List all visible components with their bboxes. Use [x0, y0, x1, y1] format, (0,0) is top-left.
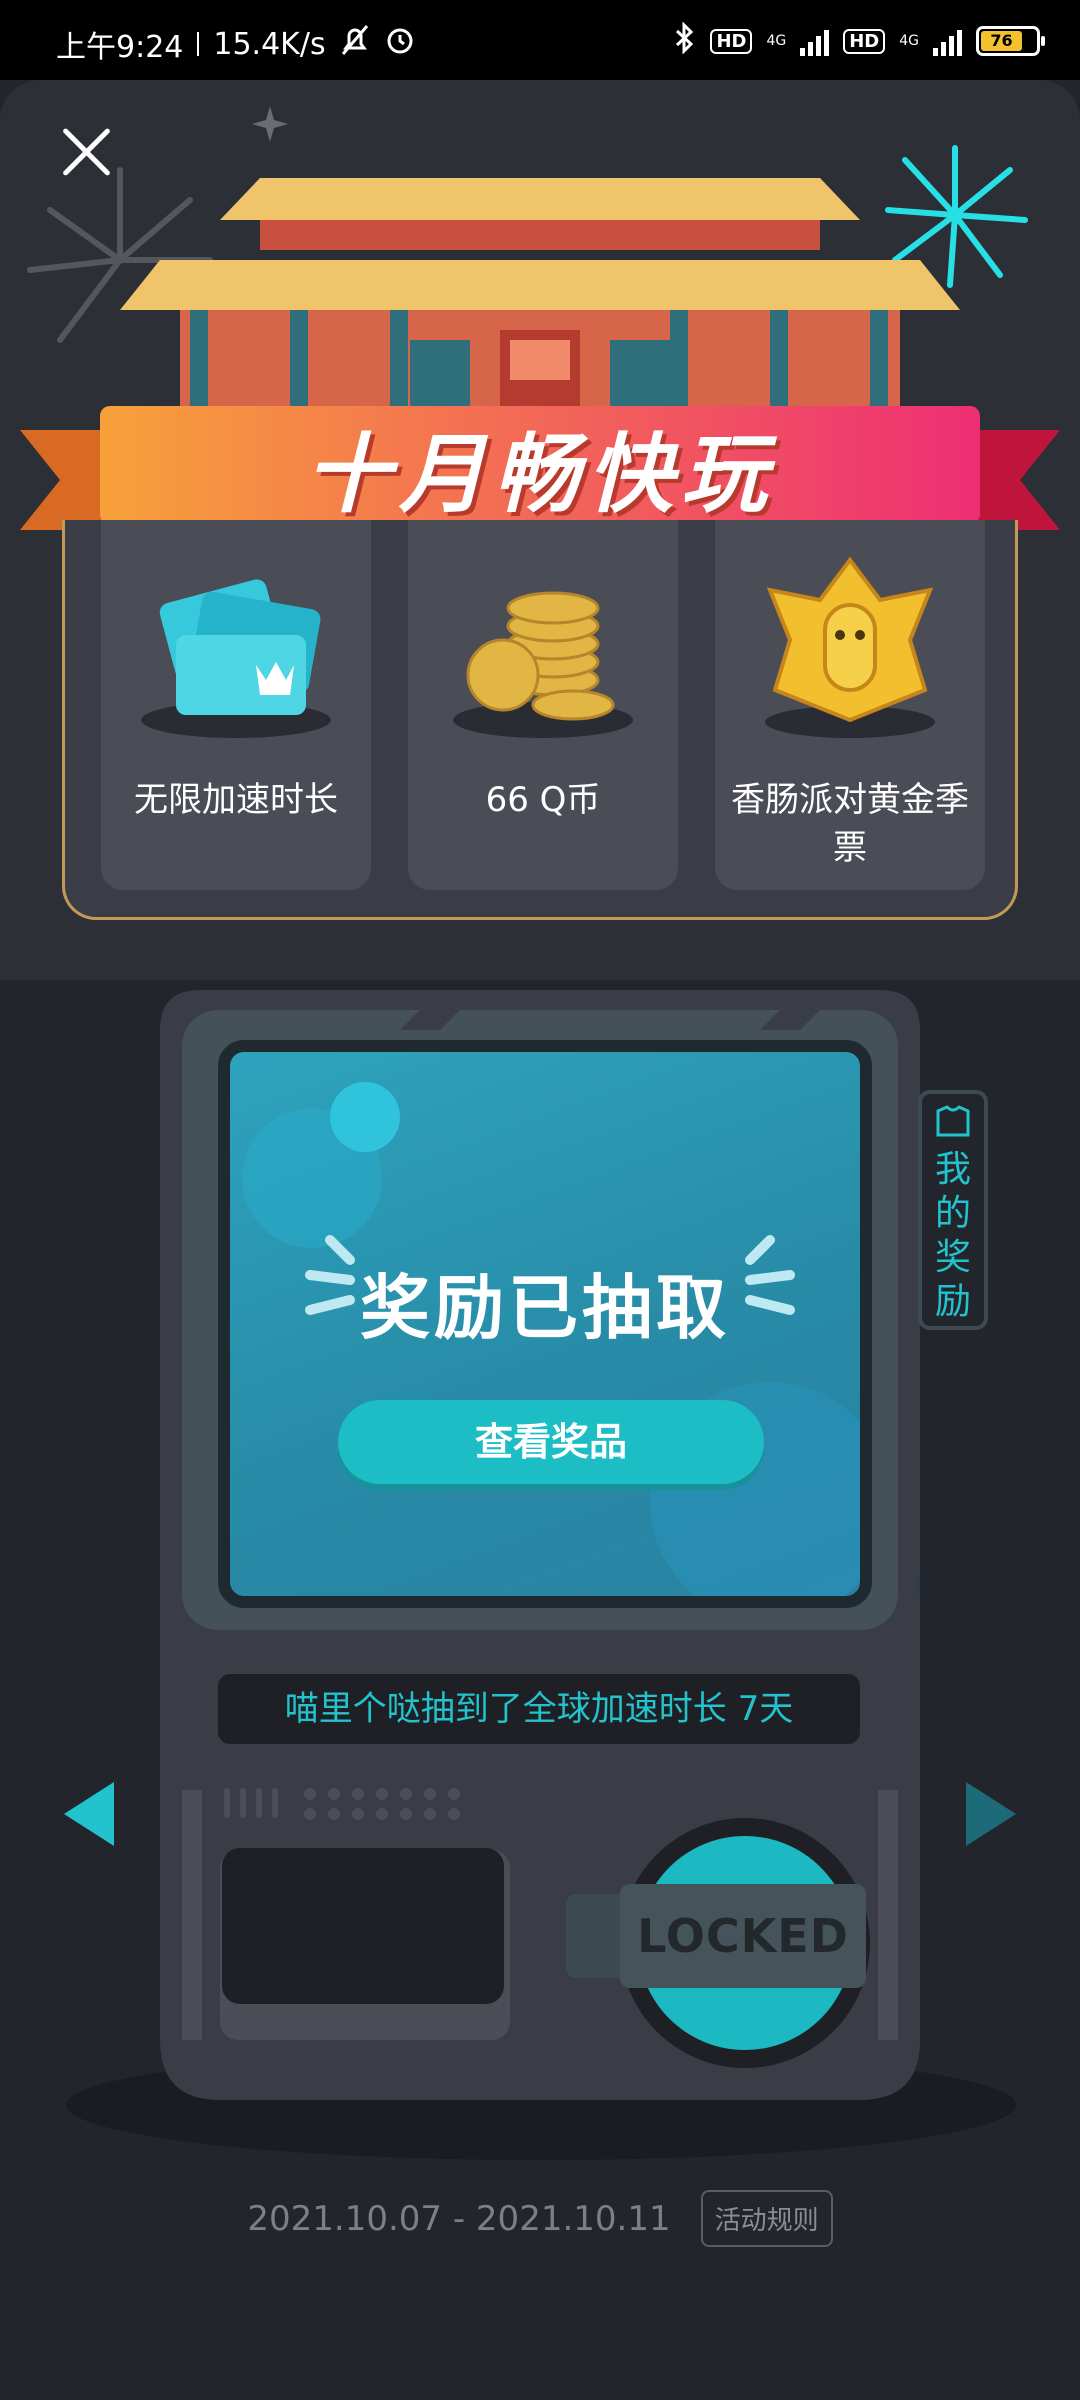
status-divider	[197, 32, 200, 56]
lock-hinge	[566, 1894, 626, 1978]
vip-cards-icon	[141, 579, 331, 738]
winner-ticker: 喵里个哒抽到了全球加速时长 7天	[218, 1674, 860, 1744]
reward-label: 无限加速时长	[134, 780, 338, 820]
prize-status-title: 奖励已抽取	[360, 1267, 730, 1349]
banner-title: 十月畅快玩	[305, 425, 775, 525]
shirt-icon	[936, 1105, 970, 1137]
reward-card-gold-pass: 香肠派对黄金季票	[715, 520, 985, 890]
status-left: 上午9:24 15.4K/s	[56, 22, 416, 66]
next-arrow-icon[interactable]	[966, 1782, 1016, 1846]
battery-icon: 76	[976, 26, 1045, 56]
gold-coins-icon	[453, 591, 633, 738]
hd-badge-1: HD	[710, 28, 753, 54]
palace-illustration	[120, 178, 960, 420]
prize-slot	[222, 1848, 504, 2004]
alarm-clock-icon	[384, 24, 416, 64]
signal-icon-2	[933, 26, 962, 56]
hd-badge-2: HD	[843, 28, 886, 54]
prev-arrow-icon[interactable]	[64, 1782, 114, 1846]
my-rewards-label: 我的奖励	[934, 1149, 971, 1322]
activity-date-range: 2021.10.07 - 2021.10.11	[247, 2198, 671, 2239]
bluetooth-icon	[674, 21, 696, 60]
reward-card-qcoin: 66 Q币	[408, 520, 678, 890]
activity-rules-button[interactable]: 活动规则	[700, 2190, 833, 2247]
mute-bell-icon	[340, 24, 370, 64]
vent-grille	[224, 1788, 460, 1820]
battery-level: 76	[981, 31, 1023, 51]
reward-label: 66 Q币	[485, 780, 601, 820]
reward-card-speed-time: 无限加速时长	[101, 520, 371, 890]
view-prize-button[interactable]: 查看奖品	[338, 1400, 764, 1484]
gold-sausage-badge-icon	[765, 556, 935, 738]
reward-label: 香肠派对黄金季票	[731, 780, 969, 868]
signal-icon-1	[800, 26, 830, 56]
net-type-2: 4G	[899, 33, 919, 49]
sparkle-star-icon	[252, 106, 288, 142]
bubble-decoration	[330, 1082, 400, 1152]
status-bar: 上午9:24 15.4K/s HD 4G HD 4G 76	[0, 0, 1080, 80]
prize-screen: 奖励已抽取 查看奖品	[218, 1040, 872, 1608]
status-time: 上午9:24	[56, 30, 184, 65]
rewards-panel: 无限加速时长 66 Q币 香肠派对黄金季票	[62, 520, 1018, 920]
status-net-speed: 15.4K/s	[213, 26, 326, 62]
my-rewards-tab[interactable]: 我的奖励	[918, 1090, 988, 1330]
activity-footer: 2021.10.07 - 2021.10.11 活动规则	[0, 2190, 1080, 2247]
locked-tag: LOCKED	[620, 1884, 866, 1988]
net-type-1: 4G	[766, 33, 787, 49]
status-right: HD 4G HD 4G 76	[674, 21, 1045, 60]
